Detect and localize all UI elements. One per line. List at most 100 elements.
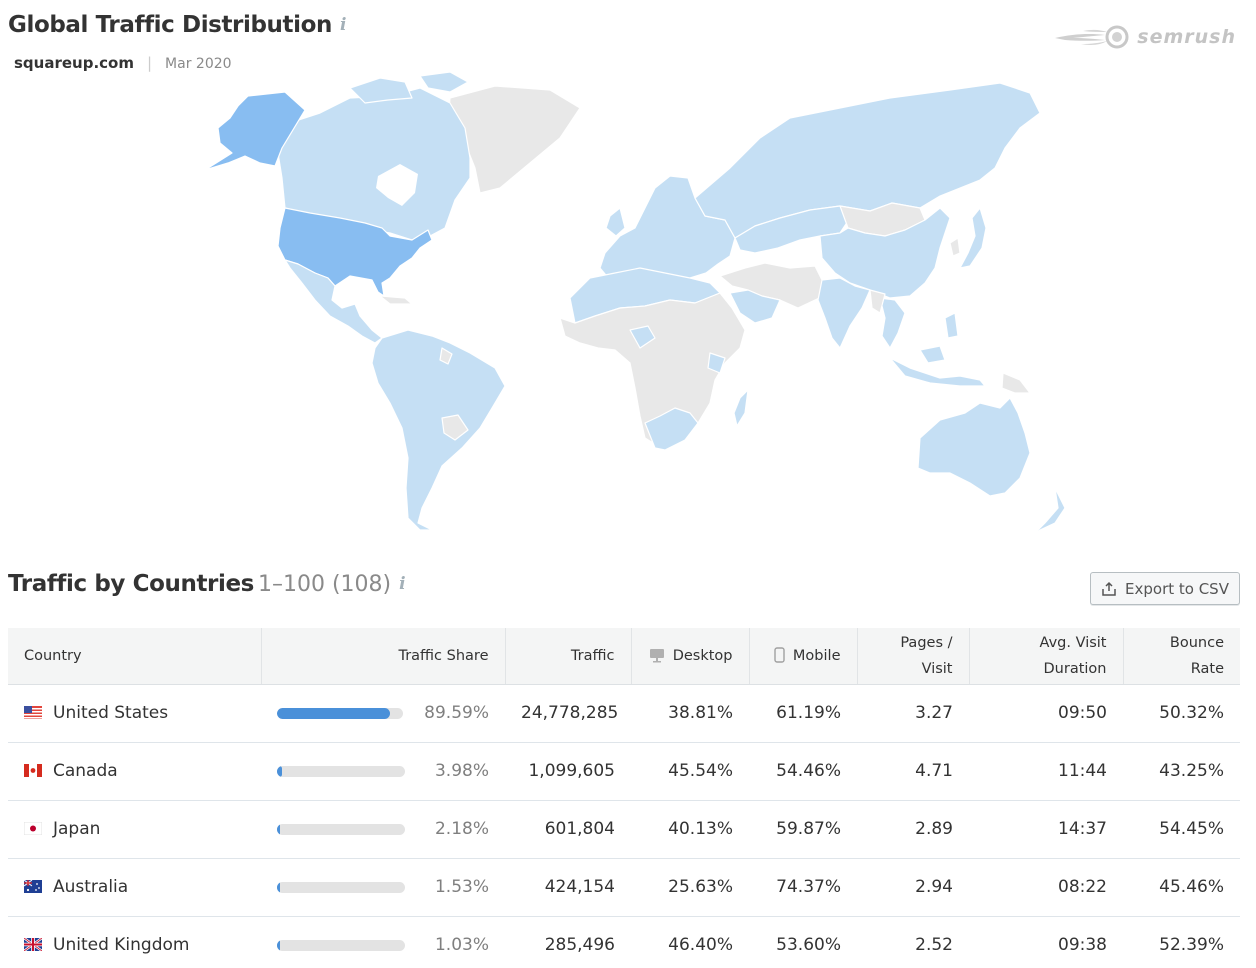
cell-avg-visit-duration: 09:38 [1058,935,1107,956]
world-traffic-map [204,71,1066,539]
cell-mobile: 53.60% [776,935,841,956]
cell-traffic-share: 2.18% [261,800,505,859]
cell-avg-visit-duration: 14:37 [969,800,1123,859]
semrush-wordmark: semrush [1137,26,1236,48]
traffic-share-value: 1.53% [434,877,489,897]
cell-bounce-rate: 45.46% [1123,858,1240,917]
export-csv-label: Export to CSV [1125,579,1229,598]
cell-traffic: 601,804 [505,800,631,859]
traffic-share-bar-fill [277,823,280,835]
traffic-share-value: 1.03% [434,935,489,956]
cell-traffic-share: 1.03% [261,916,505,968]
table-header-row: Country Traffic Share Traffic Desktop Mo… [8,628,1240,685]
col-header-traffic-share[interactable]: Traffic Share [261,628,506,685]
traffic-share-bar-fill [277,707,391,719]
cell-desktop: 45.54% [631,742,749,801]
traffic-share-bar [277,823,405,835]
cell-traffic: 24,778,285 [505,684,631,743]
cell-traffic-share: 89.59% [261,684,505,743]
cell-bounce-rate: 50.32% [1123,684,1240,743]
table-row: Japan 2.18% 601,804 40.13% 59.87% 2.89 1… [8,800,1240,859]
semrush-fireball-icon [1055,25,1129,49]
flag-ca-icon [24,764,42,777]
country-link[interactable]: Australia [53,877,128,897]
cell-traffic: 1,099,605 [505,742,631,801]
traffic-share-bar-fill [277,881,280,893]
col-header-country[interactable]: Country [8,628,262,685]
cell-mobile: 59.87% [749,800,857,859]
region-madagascar[interactable] [733,389,749,427]
cell-bounce-rate: 54.45% [1123,800,1240,859]
region-indonesia[interactable] [889,312,986,387]
info-icon[interactable]: i [340,15,346,35]
flag-us-icon [24,706,42,719]
country-link[interactable]: United States [53,703,168,723]
region-south-america[interactable] [371,329,506,531]
table-row: United Kingdom 1.03% 285,496 46.40% 53.6… [8,916,1240,968]
cell-bounce-rate: 52.39% [1159,935,1224,956]
flag-jp-icon [24,822,42,835]
cell-mobile: 54.46% [749,742,857,801]
cell-country: Japan [8,800,261,859]
cell-country: Canada [8,742,261,801]
cell-mobile: 61.19% [749,684,857,743]
cell-avg-visit-duration: 11:44 [969,742,1123,801]
region-new-zealand[interactable] [1029,487,1066,539]
traffic-share-bar [277,765,405,777]
traffic-share-bar [277,881,405,893]
table-row: United States 89.59% 24,778,285 38.81% 6… [8,684,1240,743]
upload-icon [1102,581,1116,596]
page-title: Global Traffic Distribution [8,12,332,38]
cell-mobile: 74.37% [749,858,857,917]
desktop-icon [649,648,664,663]
traffic-share-value: 3.98% [434,761,489,781]
semrush-logo: semrush [1053,24,1236,50]
flag-au-icon [24,880,42,893]
info-icon[interactable]: i [399,574,405,594]
cell-desktop: 46.40% [668,935,733,956]
cell-pages-per-visit: 2.94 [857,858,969,917]
cell-traffic: 424,154 [505,858,631,917]
export-csv-button[interactable]: Export to CSV [1090,572,1240,605]
cell-pages-per-visit: 2.89 [857,800,969,859]
col-header-mobile[interactable]: Mobile [749,628,858,685]
cell-country: Australia [8,858,261,917]
cell-traffic: 285,496 [544,935,615,956]
cell-avg-visit-duration: 09:50 [969,684,1123,743]
cell-pages-per-visit: 3.27 [857,684,969,743]
cell-desktop: 40.13% [631,800,749,859]
cell-traffic-share: 1.53% [261,858,505,917]
traffic-by-countries-table: Country Traffic Share Traffic Desktop Mo… [8,628,1240,968]
country-link[interactable]: United Kingdom [53,935,189,955]
cell-avg-visit-duration: 08:22 [969,858,1123,917]
traffic-share-value: 89.59% [424,703,489,723]
col-header-traffic[interactable]: Traffic [505,628,632,685]
region-australia[interactable] [917,397,1031,497]
col-header-avg-visit-duration[interactable]: Avg. Visit Duration [969,628,1124,685]
traffic-share-bar [277,707,404,719]
country-link[interactable]: Canada [53,761,118,781]
cell-pages-per-visit: 4.71 [857,742,969,801]
col-header-bounce-rate[interactable]: Bounce Rate [1123,628,1240,685]
region-papua-new-guinea[interactable] [1001,372,1031,394]
cell-country: United States [8,684,261,743]
table-row: Australia 1.53% 424,154 25.63% 74.37% 2.… [8,858,1240,917]
region-united-kingdom[interactable] [605,207,626,237]
country-link[interactable]: Japan [53,819,100,839]
traffic-share-bar-fill [277,939,280,951]
flag-gb-icon [24,938,42,952]
widget-header: Global Traffic Distribution i [8,12,346,38]
cell-desktop: 25.63% [631,858,749,917]
region-southeast-asia[interactable] [879,297,906,349]
traffic-share-bar [277,939,405,951]
region-japan[interactable] [959,207,987,269]
section-title: Traffic by Countries [8,571,254,597]
cell-traffic-share: 3.98% [261,742,505,801]
region-india[interactable] [817,277,871,349]
col-header-desktop[interactable]: Desktop [631,628,750,685]
mobile-icon [774,647,785,663]
cell-country: United Kingdom [8,916,261,968]
col-header-pages-per-visit[interactable]: Pages / Visit [857,628,970,685]
domain-label: squareup.com [14,54,134,72]
results-range: 1–100 (108) [257,572,392,597]
